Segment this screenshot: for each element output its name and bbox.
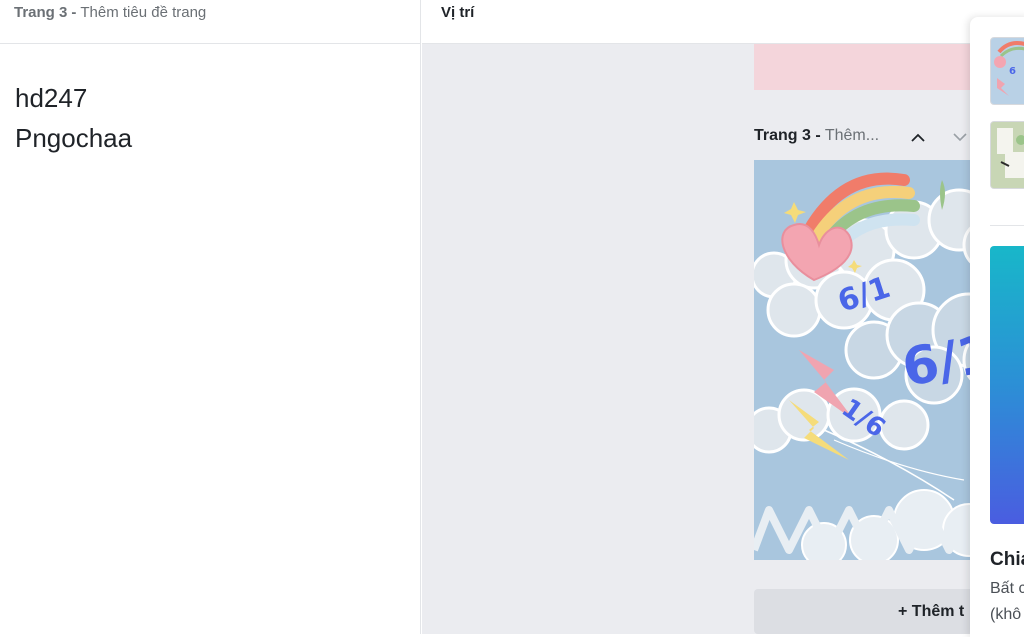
chevron-up-icon[interactable] bbox=[908, 127, 928, 147]
share-title: Chia bbox=[990, 549, 1024, 570]
share-description: Bất c bbox=[990, 580, 1024, 597]
page-number-label: Trang 3 bbox=[14, 4, 68, 21]
notes-header: Trang 3 - Thêm tiêu đề trang bbox=[0, 0, 420, 44]
share-description-note: (khô bbox=[990, 606, 1022, 623]
position-header: Vị trí bbox=[422, 0, 1024, 44]
page-label[interactable]: Trang 3 - Thêm... bbox=[754, 127, 879, 145]
notes-panel: Trang 3 - Thêm tiêu đề trang hd247 Pngoc… bbox=[0, 0, 421, 634]
page-label-number: Trang 3 - bbox=[754, 127, 821, 144]
page-label-title[interactable]: Thêm... bbox=[825, 127, 879, 144]
canvas-area: Vị trí Trang 3 - Thêm... 6/1 6/1 1/6 + T… bbox=[422, 0, 1024, 634]
note-line[interactable]: Pngochaa bbox=[15, 118, 405, 158]
notes-body[interactable]: hd247 Pngochaa bbox=[0, 44, 420, 158]
popover-divider bbox=[990, 225, 1024, 226]
svg-text:6: 6 bbox=[1009, 66, 1016, 77]
page-title-placeholder[interactable]: Thêm tiêu đề trang bbox=[80, 4, 206, 21]
page-separator: - bbox=[71, 4, 77, 21]
design-thumbnail[interactable]: 6 bbox=[990, 37, 1024, 105]
design-illustration: 6/1 6/1 1/6 bbox=[754, 172, 994, 560]
note-line[interactable]: hd247 bbox=[15, 78, 405, 118]
share-popover: 6 Chia Bất c (khô bbox=[970, 17, 1024, 637]
share-preview-image bbox=[990, 246, 1024, 524]
page-canvas[interactable]: 6/1 6/1 1/6 bbox=[754, 160, 994, 560]
design-thumbnail[interactable] bbox=[990, 121, 1024, 189]
chevron-down-icon[interactable] bbox=[950, 127, 970, 147]
